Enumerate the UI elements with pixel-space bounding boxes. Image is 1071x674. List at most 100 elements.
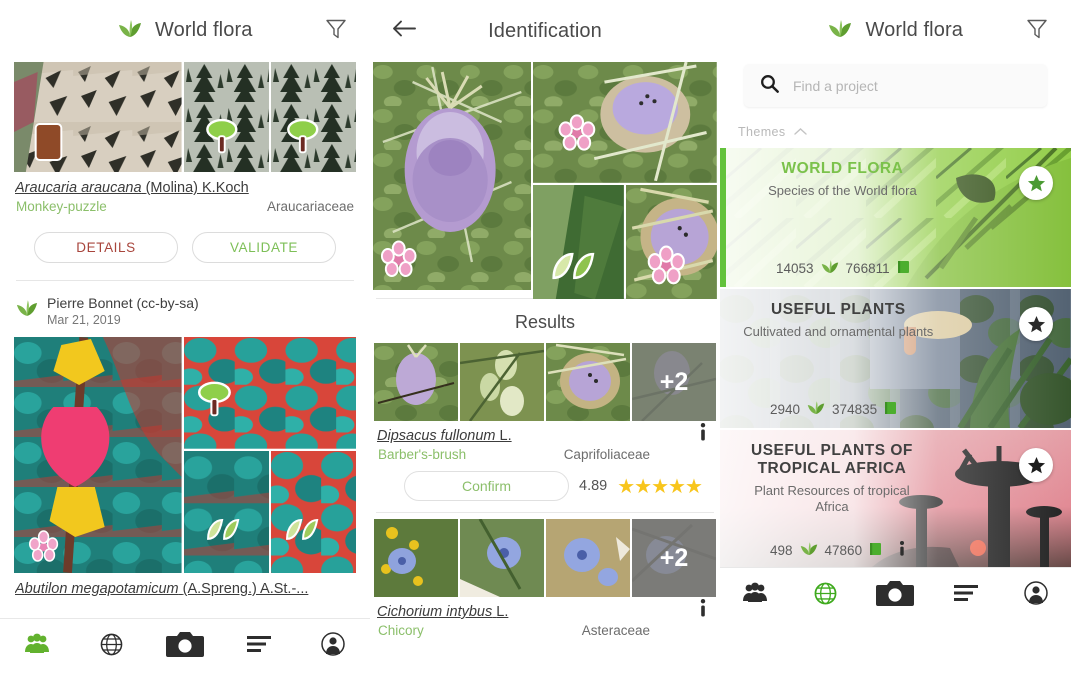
result-thumbnails[interactable]: +2 bbox=[370, 343, 720, 421]
results-heading: Results bbox=[514, 312, 576, 332]
observation-card[interactable]: Araucaria araucana (Molina) K.Koch Monke… bbox=[14, 62, 357, 281]
book-icon bbox=[884, 401, 897, 418]
observation-photo-2[interactable] bbox=[183, 337, 356, 449]
result-thumb[interactable] bbox=[546, 343, 630, 421]
list-icon bbox=[953, 583, 979, 608]
species-binomial: Cichorium intybus bbox=[377, 604, 493, 620]
observation-photo-3[interactable] bbox=[270, 62, 357, 172]
result-divider bbox=[376, 512, 714, 513]
page-title: World flora bbox=[155, 18, 253, 41]
species-authority: L. bbox=[499, 428, 512, 444]
info-icon[interactable] bbox=[899, 541, 905, 559]
project-favorite-star[interactable] bbox=[1019, 448, 1053, 482]
result-thumbnails[interactable]: +2 bbox=[370, 519, 720, 597]
confirm-button[interactable]: Confirm bbox=[404, 471, 569, 501]
project-list[interactable]: WORLD FLORA Species of the World flora 1… bbox=[720, 148, 1071, 578]
book-icon bbox=[869, 542, 882, 559]
species-scientific-name[interactable]: Araucaria araucana (Molina) K.Koch bbox=[15, 180, 356, 196]
search-input[interactable]: Find a project bbox=[744, 64, 1047, 107]
nav-globe-button[interactable] bbox=[800, 574, 850, 618]
result-family: Asteraceae bbox=[581, 623, 650, 638]
species-authority: (Molina) K.Koch bbox=[145, 180, 249, 196]
project-card[interactable]: USEFUL PLANTS OF TROPICAL AFRICA Plant R… bbox=[720, 430, 1071, 569]
nav-people-button[interactable] bbox=[12, 625, 62, 669]
observation-card[interactable]: Pierre Bonnet (cc-by-sa) Mar 21, 2019 Ab… bbox=[14, 295, 357, 597]
identification-photo-main[interactable] bbox=[373, 62, 532, 290]
observation-photo-main[interactable] bbox=[14, 337, 182, 573]
observation-photo-grid bbox=[183, 337, 357, 573]
screen-projects: World flora Find a project Themes WORLD … bbox=[720, 0, 1071, 674]
result-thumb[interactable] bbox=[546, 519, 630, 597]
species-authority: (A.Spreng.) A.St.-... bbox=[182, 581, 309, 597]
project-favorite-star[interactable] bbox=[1019, 307, 1053, 341]
project-stats: 498 47860 bbox=[740, 541, 1057, 559]
project-card[interactable]: WORLD FLORA Species of the World flora 1… bbox=[720, 148, 1071, 287]
species-binomial: Araucaria araucana bbox=[15, 180, 142, 196]
result-thumb[interactable] bbox=[374, 519, 458, 597]
observation-image-mosaic[interactable] bbox=[14, 337, 357, 573]
screen-observations: World flora Araucaria araucana (Molina) … bbox=[0, 0, 370, 674]
result-thumb[interactable] bbox=[460, 519, 544, 597]
observation-photo-main[interactable] bbox=[14, 62, 182, 172]
leaf-icon bbox=[828, 20, 852, 43]
project-stats: 14053 766811 bbox=[746, 260, 1057, 277]
details-button[interactable]: DETAILS bbox=[34, 232, 178, 263]
project-stats: 2940 374835 bbox=[740, 401, 1057, 418]
observation-photo-2[interactable] bbox=[183, 62, 269, 172]
info-icon[interactable] bbox=[700, 421, 714, 441]
species-scientific-name[interactable]: Abutilon megapotamicum (A.Spreng.) A.St.… bbox=[15, 581, 356, 597]
observation-author-row: Pierre Bonnet (cc-by-sa) Mar 21, 2019 bbox=[16, 295, 354, 327]
nav-profile-button[interactable] bbox=[308, 625, 358, 669]
nav-list-button[interactable] bbox=[941, 574, 991, 618]
nav-camera-button[interactable] bbox=[870, 574, 920, 618]
project-observation-count: 374835 bbox=[832, 402, 878, 417]
chevron-up-icon[interactable] bbox=[793, 123, 807, 141]
project-favorite-star[interactable] bbox=[1019, 166, 1053, 200]
result-thumb-more[interactable]: +2 bbox=[632, 519, 716, 597]
result-confirm-row: Confirm 4.89 ★★★★★ bbox=[376, 471, 714, 501]
info-icon[interactable] bbox=[700, 597, 714, 617]
filter-icon[interactable] bbox=[1025, 17, 1049, 46]
filter-icon[interactable] bbox=[324, 17, 348, 46]
project-content: USEFUL PLANTS Cultivated and ornamental … bbox=[720, 289, 1071, 428]
observation-image-mosaic[interactable] bbox=[14, 62, 357, 172]
project-content: WORLD FLORA Species of the World flora 1… bbox=[726, 148, 1071, 287]
bottom-navigation bbox=[0, 618, 370, 674]
project-subtitle: Cultivated and ornamental plants bbox=[743, 324, 934, 339]
project-title: WORLD FLORA bbox=[781, 160, 904, 177]
identification-image-mosaic[interactable] bbox=[370, 62, 720, 300]
project-subtitle: Species of the World flora bbox=[768, 183, 917, 198]
result-scientific-name[interactable]: Cichorium intybus L. bbox=[377, 604, 700, 620]
back-arrow-icon[interactable] bbox=[392, 19, 416, 44]
project-species-count: 2940 bbox=[770, 402, 801, 417]
nav-profile-button[interactable] bbox=[1011, 574, 1061, 618]
project-card[interactable]: USEFUL PLANTS Cultivated and ornamental … bbox=[720, 289, 1071, 428]
author-block: Pierre Bonnet (cc-by-sa) Mar 21, 2019 bbox=[47, 295, 199, 327]
observation-date: Mar 21, 2019 bbox=[47, 313, 121, 327]
result-thumb[interactable] bbox=[374, 343, 458, 421]
result-thumb-more[interactable]: +2 bbox=[632, 343, 716, 421]
identification-photo-4[interactable] bbox=[626, 184, 718, 300]
identification-photo-3[interactable] bbox=[533, 184, 625, 300]
list-divider bbox=[16, 280, 354, 281]
appbar-title-group: World flora bbox=[828, 19, 963, 43]
result-thumb[interactable] bbox=[460, 343, 544, 421]
page-title: World flora bbox=[865, 18, 963, 41]
result-common-family-row: Barber's-brush Caprifoliaceae bbox=[376, 447, 700, 462]
profile-icon bbox=[321, 632, 345, 661]
validate-button[interactable]: VALIDATE bbox=[192, 232, 336, 263]
identification-photo-2[interactable] bbox=[533, 62, 717, 183]
right-appbar: World flora bbox=[720, 0, 1071, 62]
themes-section-header[interactable]: Themes bbox=[720, 107, 1071, 148]
nav-list-button[interactable] bbox=[234, 625, 284, 669]
observation-photo-4[interactable] bbox=[270, 450, 357, 573]
result-common-name: Chicory bbox=[378, 623, 424, 638]
result-card[interactable]: +2 Dipsacus fullonum L. Barber's-brush C… bbox=[370, 343, 720, 513]
result-card[interactable]: +2 Cichorium intybus L. Chicory Asterace… bbox=[370, 519, 720, 638]
left-appbar: World flora bbox=[0, 0, 370, 62]
nav-camera-button[interactable] bbox=[160, 625, 210, 669]
result-scientific-name[interactable]: Dipsacus fullonum L. bbox=[377, 428, 700, 444]
observation-photo-3[interactable] bbox=[183, 450, 269, 573]
nav-globe-button[interactable] bbox=[86, 625, 136, 669]
nav-people-button[interactable] bbox=[730, 574, 780, 618]
